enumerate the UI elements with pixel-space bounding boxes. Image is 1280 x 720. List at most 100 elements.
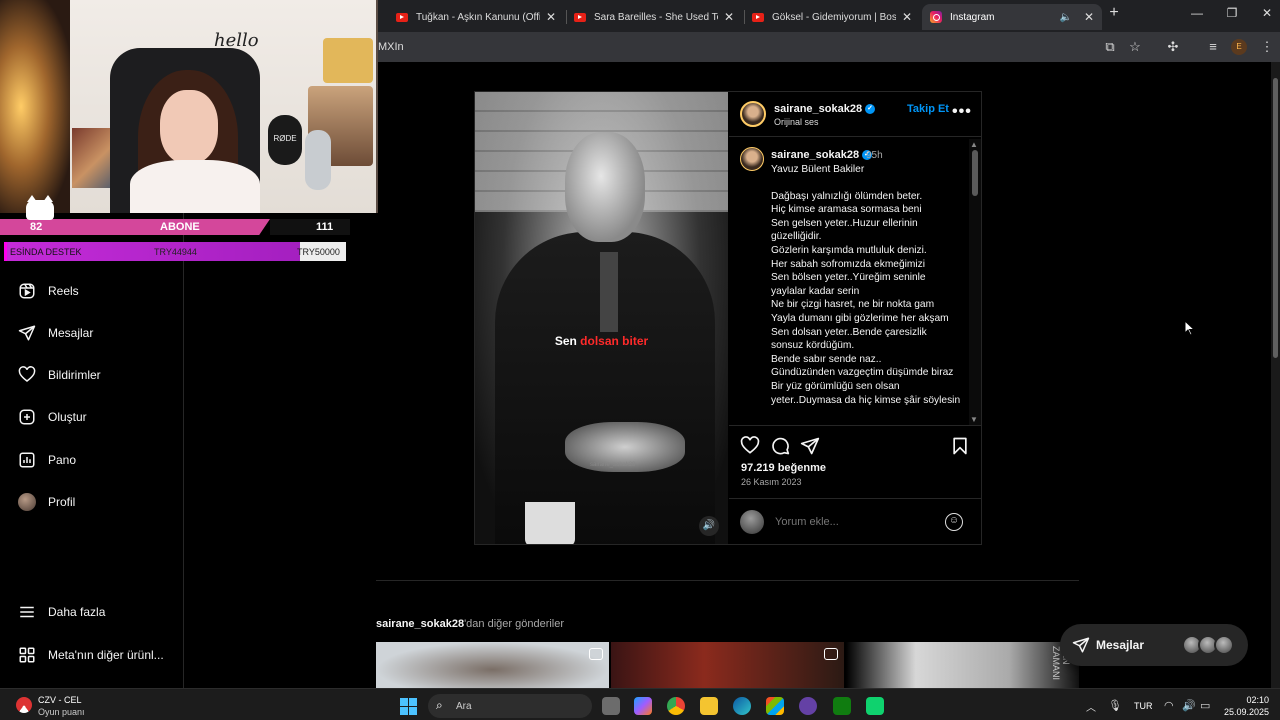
comment-input[interactable] bbox=[775, 516, 935, 528]
more-options-button[interactable]: ••• bbox=[952, 103, 972, 121]
kebab-menu-icon[interactable]: ⋮ bbox=[1258, 38, 1276, 56]
cat-icon bbox=[26, 195, 54, 220]
post-thumbnail[interactable] bbox=[611, 642, 844, 688]
mouse-cursor-icon bbox=[1184, 320, 1196, 336]
clock-date[interactable]: 25.09.2025 bbox=[1224, 707, 1269, 717]
painting bbox=[323, 38, 373, 83]
avatar[interactable] bbox=[740, 147, 764, 171]
subscriber-count: 82 bbox=[30, 221, 43, 233]
windows-start-icon[interactable] bbox=[400, 698, 417, 715]
sidebar-item-notifications[interactable]: Bildirimler bbox=[18, 363, 101, 387]
file-explorer-icon[interactable] bbox=[700, 697, 718, 715]
widget-title[interactable]: CZV - CEL bbox=[38, 695, 82, 705]
youtube-icon bbox=[752, 12, 764, 22]
taskbar-search[interactable] bbox=[428, 694, 592, 718]
speaker-icon[interactable]: 🔈 bbox=[1059, 12, 1071, 23]
caption-line: Bir yüz görümlüğü sen olsan yeter..Duyma… bbox=[771, 380, 961, 406]
audio-label[interactable]: Orijinal ses bbox=[774, 117, 819, 127]
caption-scrollbar-thumb[interactable] bbox=[972, 150, 978, 196]
tab-youtube-3[interactable]: Göksel - Gidemiyorum | Bostan ✕ bbox=[744, 4, 920, 30]
install-icon[interactable]: ⧉ bbox=[1101, 38, 1119, 56]
app-icon[interactable] bbox=[799, 697, 817, 715]
window-close-button[interactable]: ✕ bbox=[1257, 6, 1277, 20]
close-icon[interactable]: ✕ bbox=[902, 10, 912, 24]
bookmark-star-icon[interactable]: ☆ bbox=[1126, 38, 1144, 56]
youtube-icon bbox=[574, 12, 586, 22]
save-icon[interactable] bbox=[950, 436, 970, 456]
store-icon[interactable] bbox=[766, 697, 784, 715]
caption-line: Sen bölsen yeter..Yüreğim seninle yaylal… bbox=[771, 272, 926, 297]
sidebar-item-profile[interactable]: Profil bbox=[18, 490, 75, 514]
follow-button[interactable]: Takip Et bbox=[907, 103, 949, 115]
sidebar-item-label: Pano bbox=[48, 453, 77, 467]
caption-line: Dağbaşı yalnızlığı ölümden beter. bbox=[771, 190, 923, 202]
close-icon[interactable]: ✕ bbox=[1084, 10, 1094, 24]
sidebar-item-meta[interactable]: Meta'nın diğer ürünl... bbox=[18, 643, 164, 667]
close-icon[interactable]: ✕ bbox=[724, 10, 734, 24]
tab-title: Göksel - Gidemiyorum | Bostan bbox=[772, 11, 896, 23]
emoji-icon[interactable]: ☺ bbox=[945, 513, 963, 531]
tray-chevron-icon[interactable]: ︿ bbox=[1086, 699, 1096, 714]
post-username[interactable]: sairane_sokak28 ✓ bbox=[774, 103, 876, 115]
maximize-button[interactable]: ❐ bbox=[1222, 6, 1242, 20]
like-icon[interactable] bbox=[740, 436, 760, 456]
page-scrollbar-thumb[interactable] bbox=[1273, 78, 1278, 358]
post-thumbnail[interactable] bbox=[376, 642, 609, 688]
clock-time[interactable]: 02:10 bbox=[1233, 695, 1269, 705]
reels-icon bbox=[18, 282, 36, 300]
post-thumbnail[interactable]: SEN ZAMANI bbox=[846, 642, 1079, 688]
subscriber-goal: 111 bbox=[316, 221, 334, 233]
sidebar-item-messages[interactable]: Mesajlar bbox=[18, 321, 93, 345]
new-tab-button[interactable]: + bbox=[1104, 4, 1124, 22]
instagram-icon bbox=[930, 11, 942, 23]
extensions-icon[interactable]: ✣ bbox=[1164, 38, 1182, 56]
tab-youtube-2[interactable]: Sara Bareilles - She Used To Be ✕ bbox=[566, 4, 742, 30]
streaming-app-icon[interactable] bbox=[866, 697, 884, 715]
comment-icon[interactable] bbox=[770, 436, 790, 456]
post-video[interactable] bbox=[475, 92, 728, 544]
donation-label: ESİNDA DESTEK bbox=[10, 247, 82, 257]
sidebar-item-reels[interactable]: Reels bbox=[18, 279, 79, 303]
close-icon[interactable]: ✕ bbox=[546, 10, 556, 24]
profile-avatar[interactable]: E bbox=[1231, 39, 1247, 55]
media-control-icon[interactable]: ≡ bbox=[1204, 38, 1222, 56]
sidebar-item-dashboard[interactable]: Pano bbox=[18, 448, 76, 472]
sidebar-item-create[interactable]: Oluştur bbox=[18, 405, 87, 429]
avatar bbox=[18, 493, 36, 511]
send-icon bbox=[1072, 636, 1090, 654]
volume-button[interactable]: 🔊 bbox=[699, 516, 719, 536]
streamer-face bbox=[160, 90, 218, 164]
search-placeholder: Ara bbox=[456, 701, 472, 712]
divider bbox=[729, 425, 981, 426]
minimize-button[interactable]: — bbox=[1187, 6, 1207, 20]
url-text[interactable]: MXIn bbox=[378, 41, 404, 53]
microphone-icon[interactable]: 🎙 bbox=[1108, 699, 1122, 712]
edge-icon[interactable] bbox=[733, 697, 751, 715]
like-count[interactable]: 97.219 beğenme bbox=[741, 462, 826, 474]
share-icon[interactable] bbox=[800, 436, 820, 456]
youtube-icon bbox=[396, 12, 408, 22]
scroll-up-icon[interactable]: ▲ bbox=[970, 140, 978, 149]
send-icon bbox=[18, 324, 36, 342]
volume-icon[interactable]: 🔊 bbox=[1182, 699, 1196, 712]
xbox-icon[interactable] bbox=[833, 697, 851, 715]
microphone-rode: RØDE bbox=[268, 115, 302, 165]
task-view-icon[interactable] bbox=[602, 697, 620, 715]
language-indicator[interactable]: TUR bbox=[1134, 701, 1153, 711]
copilot-icon[interactable] bbox=[634, 697, 652, 715]
battery-icon[interactable]: ▭ bbox=[1200, 699, 1210, 712]
wifi-icon[interactable]: ◠ bbox=[1164, 699, 1174, 712]
scroll-down-icon[interactable]: ▼ bbox=[970, 415, 978, 424]
sidebar-item-label: Bildirimler bbox=[48, 368, 101, 382]
tab-youtube-1[interactable]: Tuğkan - Aşkın Kanunu (Official ✕ bbox=[388, 4, 564, 30]
caption-username[interactable]: sairane_sokak28 ✓ bbox=[771, 149, 873, 161]
heart-icon bbox=[18, 366, 36, 384]
caption-timestamp: 95h bbox=[866, 150, 883, 161]
subscriber-label: ABONE bbox=[160, 221, 200, 233]
hamburger-icon bbox=[18, 603, 36, 621]
chrome-icon[interactable] bbox=[667, 697, 685, 715]
widget-icon[interactable] bbox=[16, 697, 32, 713]
tab-instagram[interactable]: Instagram 🔈 ✕ bbox=[922, 4, 1102, 30]
sidebar-item-more[interactable]: Daha fazla bbox=[18, 600, 105, 624]
avatar[interactable] bbox=[740, 101, 766, 127]
